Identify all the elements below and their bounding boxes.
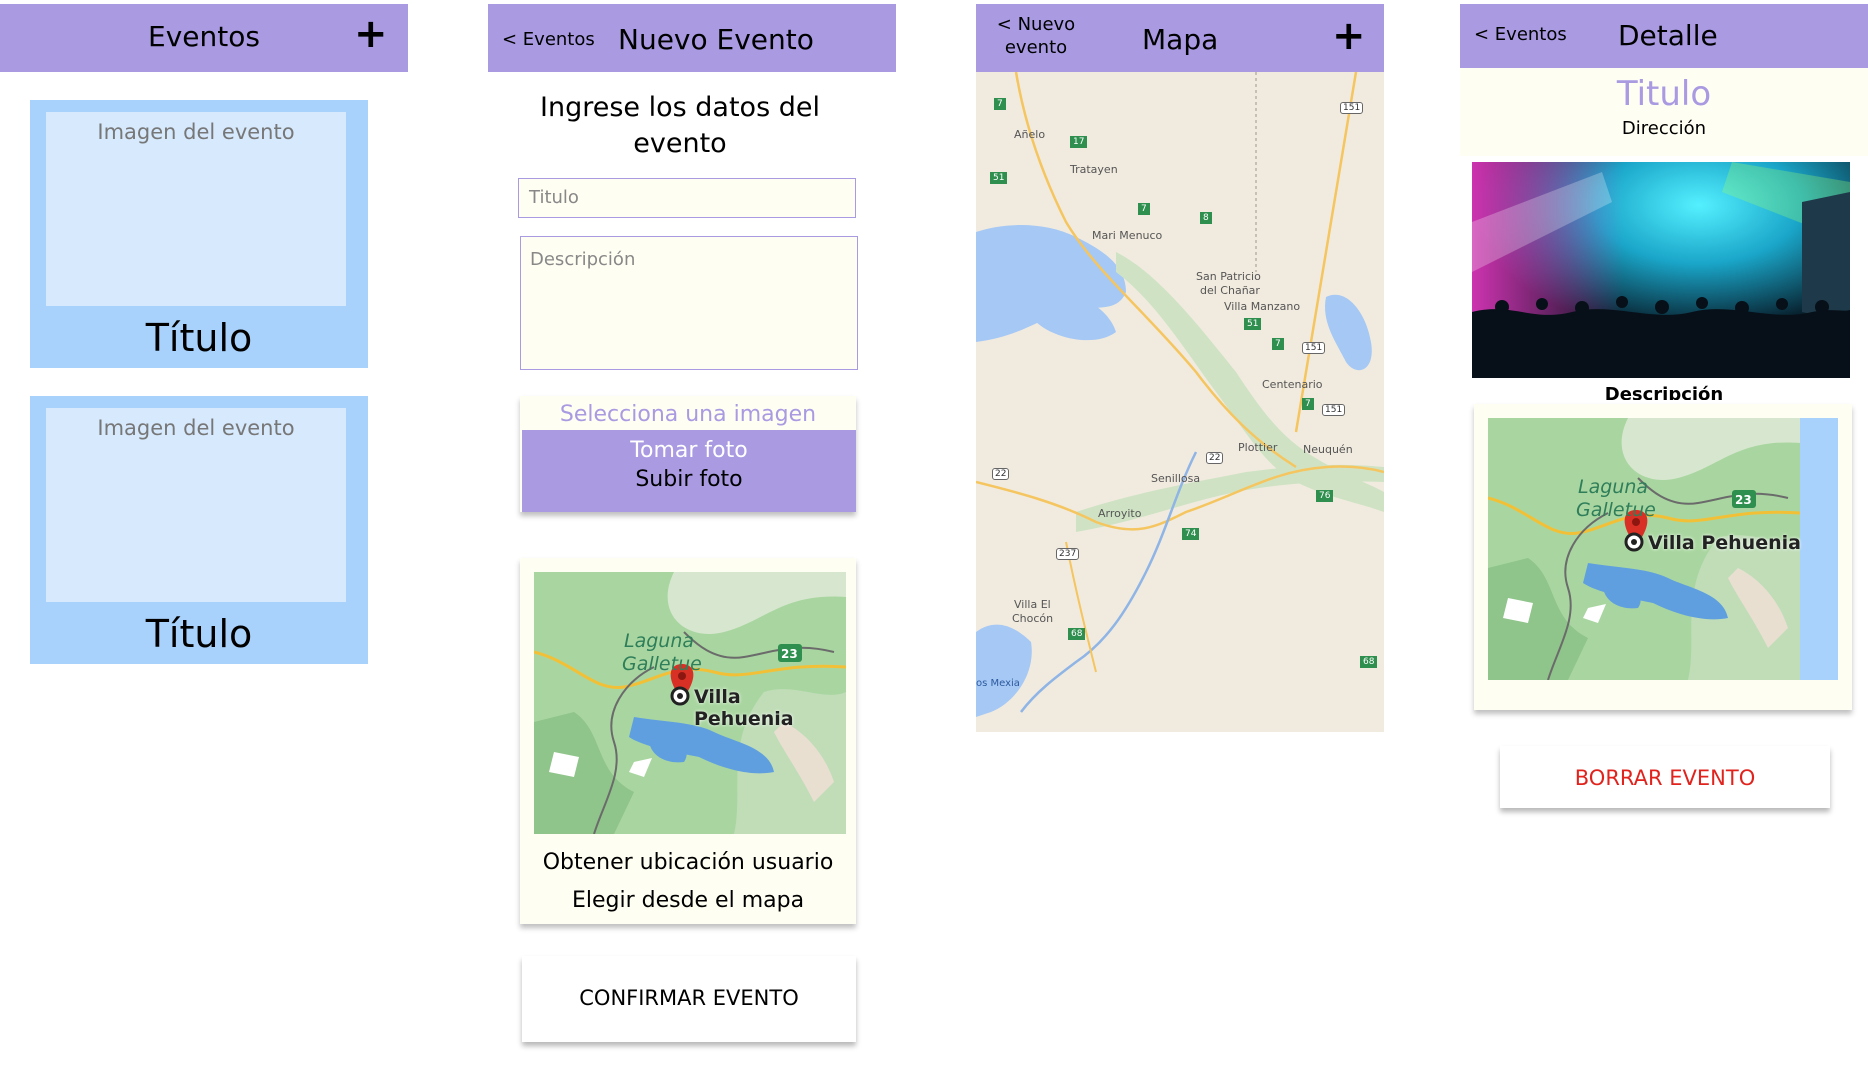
photo-options: Tomar foto Subir foto — [522, 430, 856, 512]
description-input-placeholder: Descripción — [530, 249, 636, 270]
page-title: Eventos — [148, 20, 260, 53]
choose-from-map-button[interactable]: Elegir desde el mapa — [520, 888, 856, 913]
map-lake-label: Galletue — [622, 653, 702, 675]
route-shield: 237 — [1056, 548, 1080, 560]
detail-info: Titulo Dirección — [1460, 68, 1868, 156]
detail-header: < Eventos Detalle — [1460, 4, 1868, 68]
route-shield: 7 — [1138, 203, 1150, 215]
map-place-label: Villa Manzano — [1224, 300, 1301, 313]
map-place-label: del Chañar — [1200, 284, 1260, 297]
route-shield: 151 — [1302, 342, 1326, 354]
route-shield: 17 — [1070, 136, 1088, 148]
events-header: Eventos + — [0, 4, 408, 72]
event-title: Título — [145, 612, 253, 656]
route-shield: 8 — [1200, 212, 1212, 224]
upload-photo-button[interactable]: Subir foto — [522, 467, 856, 492]
image-placeholder-label: Imagen del evento — [97, 120, 295, 144]
route-shield: 7 — [994, 98, 1006, 110]
delete-event-button[interactable]: BORRAR EVENTO — [1500, 746, 1830, 808]
route-shield: 22 — [1206, 452, 1224, 464]
route-shield: 68 — [1360, 656, 1378, 668]
route-shield: 7 — [1272, 338, 1284, 350]
detail-map[interactable]: Laguna Galletue 23 Villa Pehuenia — [1488, 418, 1838, 680]
map-place-label: Villa Pehuenia — [694, 686, 794, 730]
delete-event-label: BORRAR EVENTO — [1574, 766, 1756, 790]
map-place-label: Mari Menuco — [1092, 229, 1163, 242]
confirm-event-button[interactable]: CONFIRMAR EVENTO — [522, 956, 856, 1042]
concert-image — [1472, 162, 1850, 378]
route-shield: 22 — [992, 468, 1010, 480]
event-image-placeholder: Imagen del evento — [46, 408, 346, 602]
map-place-label: Chocón — [1012, 612, 1054, 625]
event-title: Titulo — [1616, 74, 1712, 114]
image-placeholder-label: Imagen del evento — [97, 416, 295, 440]
select-image-label: Selecciona una imagen — [559, 402, 817, 427]
route-shield: 151 — [1340, 102, 1364, 114]
page-title: Mapa — [1142, 23, 1219, 56]
map-lake-label: Laguna — [1578, 476, 1649, 498]
map-place-label: Añelo — [1014, 128, 1046, 141]
event-title: Título — [145, 316, 253, 360]
map-lake-label: Galletue — [1576, 499, 1656, 521]
map-header: < Nuevo evento Mapa + — [976, 4, 1384, 72]
description-label: Descripción — [1604, 384, 1724, 400]
event-image — [1472, 162, 1850, 378]
image-selector-card: Selecciona una imagen Tomar foto Subir f… — [520, 396, 856, 512]
take-photo-button[interactable]: Tomar foto — [522, 438, 856, 463]
title-input-placeholder: Titulo — [529, 187, 579, 208]
page-title: Nuevo Evento — [618, 23, 814, 56]
page-title: Detalle — [1618, 19, 1718, 52]
event-card[interactable]: Imagen del evento Título — [30, 396, 368, 664]
map-place-label: Neuquén — [1303, 443, 1353, 456]
add-event-button[interactable]: + — [354, 14, 388, 54]
get-user-location-button[interactable]: Obtener ubicación usuario — [520, 850, 856, 875]
route-shield: 76 — [1316, 490, 1334, 502]
event-address: Dirección — [1621, 118, 1707, 139]
back-button-line: < Nuevo — [996, 14, 1076, 35]
back-button-line: evento — [1004, 37, 1068, 58]
back-button[interactable]: < Eventos — [1474, 24, 1567, 45]
title-input[interactable]: Titulo — [518, 178, 856, 218]
map-route-label: 23 — [1735, 493, 1752, 507]
location-map[interactable]: Laguna Galletue 23 Villa Pehuenia — [534, 572, 846, 834]
form-heading: Ingrese los datos del evento — [488, 90, 872, 162]
route-shield: 51 — [1244, 318, 1262, 330]
map-place-label: Tratayen — [1070, 163, 1118, 176]
location-card: Laguna Galletue 23 Villa Pehuenia Obtene… — [520, 558, 856, 924]
form-heading-line: evento — [633, 128, 727, 159]
detail-map-card: Laguna Galletue 23 Villa Pehuenia — [1474, 404, 1852, 710]
event-image-placeholder: Imagen del evento — [46, 112, 346, 306]
map-place-label: Senillosa — [1151, 472, 1201, 485]
full-map-graphic — [976, 72, 1384, 732]
map-place-label: Arroyito — [1098, 507, 1142, 520]
full-map[interactable]: Añelo Tratayen Mari Menuco San Patricio … — [976, 72, 1384, 732]
map-place-label: os Mexia — [976, 678, 1020, 689]
description-input[interactable]: Descripción — [520, 236, 858, 370]
new-event-header: < Eventos Nuevo Evento — [488, 4, 896, 72]
add-location-button[interactable]: + — [1332, 16, 1366, 56]
back-button[interactable]: < Nuevo evento — [990, 13, 1082, 59]
map-place-label: Plottier — [1238, 441, 1278, 454]
confirm-event-label: CONFIRMAR EVENTO — [579, 986, 799, 1010]
map-place-label: Villa El — [1014, 598, 1051, 611]
event-card[interactable]: Imagen del evento Título — [30, 100, 368, 368]
map-lake-label: Laguna — [624, 630, 695, 652]
route-shield: 51 — [990, 172, 1008, 184]
map-route-label: 23 — [781, 647, 798, 661]
route-shield: 7 — [1302, 398, 1314, 410]
map-place-label: Centenario — [1262, 378, 1323, 391]
map-place-label: Villa Pehuenia — [1648, 532, 1801, 554]
route-shield: 151 — [1322, 404, 1346, 416]
route-shield: 68 — [1068, 628, 1086, 640]
form-heading-line: Ingrese los datos del — [540, 92, 820, 123]
back-button[interactable]: < Eventos — [502, 29, 595, 50]
route-shield: 74 — [1182, 528, 1200, 540]
map-place-label: San Patricio — [1196, 270, 1261, 283]
